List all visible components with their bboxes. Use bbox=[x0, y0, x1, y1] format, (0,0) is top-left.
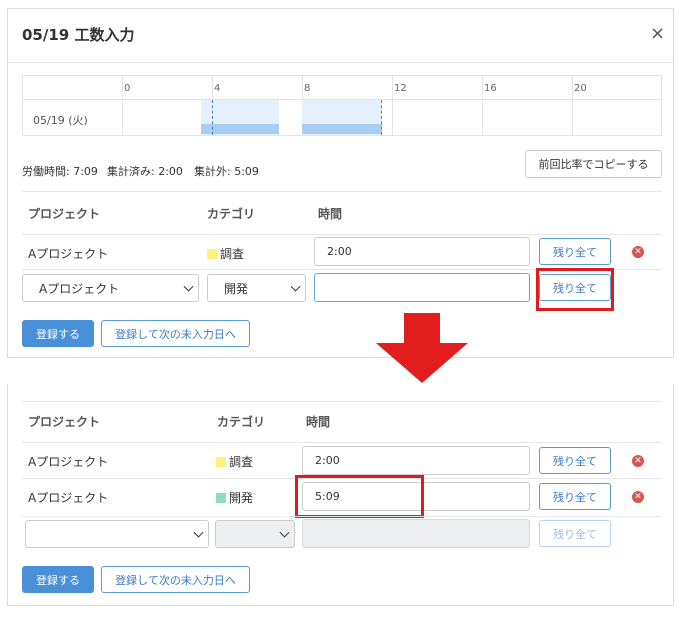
fill-remaining-button[interactable]: 残り全て bbox=[539, 238, 611, 265]
category-select[interactable] bbox=[215, 520, 295, 548]
down-arrow-icon bbox=[376, 313, 468, 383]
category-swatch bbox=[207, 249, 217, 259]
category-swatch bbox=[216, 493, 226, 503]
row-project: Aプロジェクト bbox=[28, 455, 109, 469]
col-time: 時間 bbox=[318, 207, 343, 221]
highlight-box bbox=[295, 475, 424, 518]
delete-circle-icon[interactable]: ✕ bbox=[632, 246, 644, 258]
counted-time: 集計済み: 2:00 bbox=[107, 165, 183, 178]
category-swatch bbox=[216, 457, 226, 467]
timeline: 0 4 8 12 16 20 05/19 (火) bbox=[22, 75, 662, 136]
row-category: 調査 bbox=[207, 245, 244, 262]
row-category: 調査 bbox=[216, 453, 253, 470]
uncounted-time: 集計外: 5:09 bbox=[194, 165, 259, 178]
chevron-down-icon bbox=[290, 281, 301, 292]
col-project: プロジェクト bbox=[28, 415, 101, 429]
dialog-after: プロジェクト カテゴリ 時間 Aプロジェクト 調査 2:00 残り全て ✕ Aプ… bbox=[7, 384, 674, 606]
fill-remaining-button[interactable]: 残り全て bbox=[539, 520, 611, 547]
tick-label: 16 bbox=[484, 83, 497, 94]
close-icon[interactable]: × bbox=[650, 23, 665, 44]
highlight-box bbox=[536, 268, 614, 311]
dialog-title: 05/19 工数入力 bbox=[22, 26, 135, 44]
row-project: Aプロジェクト bbox=[28, 247, 109, 261]
tick-label: 8 bbox=[304, 83, 311, 94]
register-button[interactable]: 登録する bbox=[22, 566, 94, 593]
col-category: カテゴリ bbox=[207, 207, 256, 221]
time-input[interactable]: 2:00 bbox=[302, 446, 530, 475]
title-divider bbox=[8, 62, 673, 63]
time-input[interactable] bbox=[314, 273, 530, 302]
tick-label: 12 bbox=[394, 83, 407, 94]
fill-remaining-button[interactable]: 残り全て bbox=[539, 483, 611, 510]
work-bar bbox=[302, 124, 382, 134]
tick-label: 4 bbox=[214, 83, 221, 94]
row-project: Aプロジェクト bbox=[28, 491, 109, 505]
tick-label: 20 bbox=[574, 83, 587, 94]
work-time: 労働時間: 7:09 bbox=[22, 165, 98, 178]
timeline-row-label: 05/19 (火) bbox=[33, 114, 88, 127]
delete-circle-icon[interactable]: ✕ bbox=[632, 491, 644, 503]
chevron-down-icon bbox=[279, 527, 290, 538]
project-select[interactable]: Aプロジェクト bbox=[22, 274, 199, 302]
chevron-down-icon bbox=[183, 281, 194, 292]
dialog-before: 05/19 工数入力 × 0 4 8 12 16 20 05/19 (火) 労働… bbox=[7, 8, 674, 358]
col-category: カテゴリ bbox=[217, 415, 266, 429]
row-category: 開発 bbox=[216, 489, 253, 506]
fill-remaining-button[interactable]: 残り全て bbox=[539, 447, 611, 474]
register-button[interactable]: 登録する bbox=[22, 320, 94, 347]
col-time: 時間 bbox=[306, 415, 331, 429]
chevron-down-icon bbox=[193, 527, 204, 538]
tick-label: 0 bbox=[124, 83, 131, 94]
delete-circle-icon[interactable]: ✕ bbox=[632, 455, 644, 467]
project-select[interactable] bbox=[25, 520, 209, 548]
time-input[interactable]: 2:00 bbox=[314, 237, 530, 266]
category-select[interactable]: 開発 bbox=[207, 274, 306, 302]
register-next-button[interactable]: 登録して次の未入力日へ bbox=[101, 566, 250, 593]
copy-ratio-button[interactable]: 前回比率でコピーする bbox=[525, 150, 662, 178]
register-next-button[interactable]: 登録して次の未入力日へ bbox=[101, 320, 250, 347]
col-project: プロジェクト bbox=[28, 207, 101, 221]
time-input[interactable] bbox=[302, 519, 530, 548]
